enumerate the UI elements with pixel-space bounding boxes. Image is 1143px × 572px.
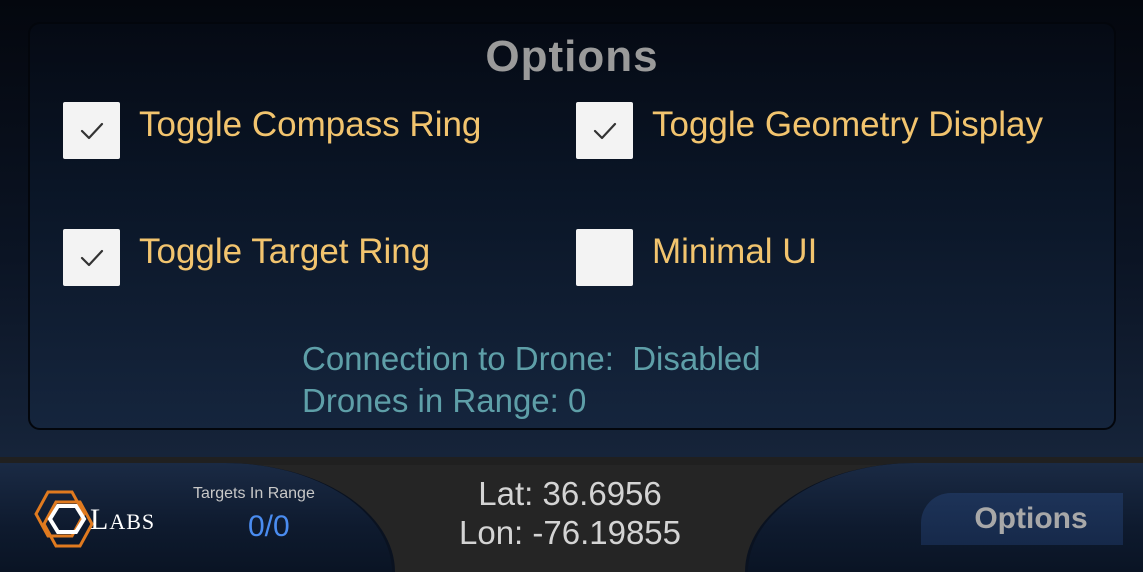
logo-text-rest: ABS (109, 509, 156, 534)
longitude-readout: Lon: -76.19855 (458, 514, 682, 551)
logo-text: LABS (90, 503, 155, 537)
check-icon (593, 122, 616, 139)
targets-in-range-value: 0/0 (248, 510, 290, 543)
minimal-ui-label: Minimal UI (652, 231, 818, 271)
target-ring-checkbox[interactable] (63, 229, 120, 286)
minimal-ui-checkbox[interactable] (576, 229, 633, 286)
options-panel: Options Toggle Compass Ring Toggle Geome… (28, 22, 1116, 430)
geometry-display-label: Toggle Geometry Display (652, 104, 1043, 144)
toggle-geometry-display[interactable]: Toggle Geometry Display (576, 102, 1043, 159)
app-screen: Options Toggle Compass Ring Toggle Geome… (0, 0, 1143, 572)
latitude-readout: Lat: 36.6956 (478, 475, 662, 512)
panel-title: Options (485, 32, 659, 81)
connection-status: Connection to Drone: Disabled (302, 340, 761, 377)
target-ring-label: Toggle Target Ring (139, 231, 431, 271)
toggle-minimal-ui[interactable]: Minimal UI (576, 229, 817, 286)
targets-in-range-label: Targets In Range (193, 485, 315, 502)
drones-in-range: Drones in Range: 0 (302, 382, 587, 419)
compass-ring-checkbox[interactable] (63, 102, 120, 159)
toggle-compass-ring[interactable]: Toggle Compass Ring (63, 102, 481, 159)
check-icon (80, 249, 103, 266)
check-icon (80, 122, 103, 139)
options-button[interactable]: Options (921, 493, 1123, 545)
geometry-display-checkbox[interactable] (576, 102, 633, 159)
logo-text-first: L (90, 503, 110, 536)
compass-ring-label: Toggle Compass Ring (139, 104, 482, 144)
toggle-target-ring[interactable]: Toggle Target Ring (63, 229, 430, 286)
